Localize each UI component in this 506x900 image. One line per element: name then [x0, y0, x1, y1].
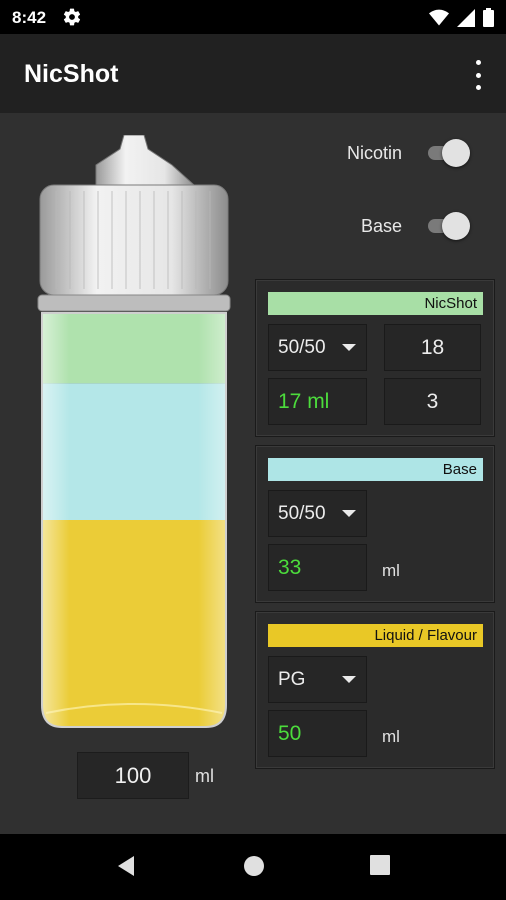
nicshot-amount-value: 17 ml — [268, 378, 367, 425]
gear-icon — [63, 8, 81, 26]
status-time: 8:42 — [12, 8, 47, 27]
home-icon[interactable] — [242, 854, 266, 878]
signal-icon — [457, 8, 475, 27]
more-vert-icon[interactable] — [472, 60, 484, 90]
battery-icon — [483, 8, 494, 27]
app-bar: NicShot — [0, 34, 506, 113]
base-panel-header: Base — [268, 458, 483, 481]
nicshot-ratio-value: 50/50 — [278, 336, 326, 358]
liquid-ratio-value: PG — [278, 668, 306, 690]
back-icon[interactable] — [114, 854, 138, 878]
nicotin-label: Nicotin — [346, 142, 402, 163]
bottle-illustration — [37, 135, 231, 728]
nicotin-switch[interactable] — [424, 139, 470, 167]
base-unit: ml — [382, 561, 400, 580]
nicshot-panel: NicShot 50/50 18 17 ml 3 — [255, 279, 495, 437]
nicshot-ratio-select[interactable]: 50/50 — [268, 324, 367, 371]
nicotin-toggle-row: Nicotin — [347, 139, 470, 167]
base-toggle-row: Base — [361, 212, 470, 240]
base-label: Base — [360, 215, 402, 236]
nicshot-target-input[interactable]: 3 — [384, 378, 481, 425]
recents-icon[interactable] — [369, 854, 391, 876]
liquid-ratio-select[interactable]: PG — [268, 656, 367, 703]
nicshot-strength-input[interactable]: 18 — [384, 324, 481, 371]
navigation-bar — [0, 834, 506, 900]
main-content: Nicotin Base NicShot 50/50 18 17 ml 3 Ba… — [0, 113, 506, 834]
liquid-panel-header: Liquid / Flavour — [268, 624, 483, 647]
app-title: NicShot — [24, 60, 119, 88]
chevron-down-icon — [342, 510, 356, 517]
liquid-unit: ml — [382, 727, 400, 746]
total-volume-unit: ml — [195, 766, 214, 786]
base-amount-value: 33 — [268, 544, 367, 591]
base-ratio-value: 50/50 — [278, 502, 326, 524]
nicshot-panel-header: NicShot — [268, 292, 483, 315]
liquid-panel: Liquid / Flavour PG 50 ml — [255, 611, 495, 769]
chevron-down-icon — [342, 676, 356, 683]
chevron-down-icon — [342, 344, 356, 351]
liquid-amount-input[interactable]: 50 — [268, 710, 367, 757]
status-bar: 8:42 — [0, 0, 506, 34]
total-volume-input[interactable]: 100 — [77, 752, 189, 799]
base-panel: Base 50/50 33 ml — [255, 445, 495, 603]
base-ratio-select[interactable]: 50/50 — [268, 490, 367, 537]
wifi-icon — [429, 9, 449, 25]
base-switch[interactable] — [424, 212, 470, 240]
